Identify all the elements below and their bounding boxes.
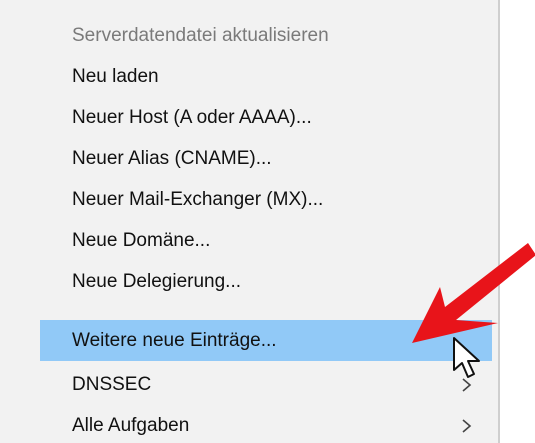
menu-item-label: Neu laden	[72, 65, 159, 87]
mouse-cursor-icon	[453, 337, 480, 378]
menu-item-serverdatendatei-aktualisieren[interactable]: Serverdatendatei aktualisieren	[40, 15, 492, 56]
chevron-right-icon	[462, 418, 472, 433]
context-menu: Serverdatendatei aktualisieren Neu laden…	[0, 0, 498, 443]
menu-item-label: Neue Domäne...	[72, 229, 211, 251]
menu-item-label: Serverdatendatei aktualisieren	[72, 24, 329, 46]
menu-item-label: Neue Delegierung...	[72, 270, 241, 292]
menu-item-label: Weitere neue Einträge...	[72, 329, 277, 351]
menu-item-label: Alle Aufgaben	[72, 414, 190, 436]
menu-item-alle-aufgaben[interactable]: Alle Aufgaben	[40, 405, 492, 443]
menu-item-label: Neuer Alias (CNAME)...	[72, 147, 272, 169]
menu-item-neue-domaene[interactable]: Neue Domäne...	[40, 220, 492, 261]
menu-item-weitere-neue-eintraege[interactable]: Weitere neue Einträge...	[40, 320, 492, 361]
menu-item-neue-delegierung[interactable]: Neue Delegierung...	[40, 261, 492, 302]
menu-border	[498, 0, 500, 443]
menu-item-label: DNSSEC	[72, 373, 152, 395]
menu-item-neuer-alias[interactable]: Neuer Alias (CNAME)...	[40, 138, 492, 179]
menu-item-neu-laden[interactable]: Neu laden	[40, 56, 492, 97]
menu-item-neuer-mail-exchanger[interactable]: Neuer Mail-Exchanger (MX)...	[40, 179, 492, 220]
menu-item-label: Neuer Mail-Exchanger (MX)...	[72, 188, 324, 210]
menu-item-dnssec[interactable]: DNSSEC	[40, 364, 492, 405]
menu-item-neuer-host[interactable]: Neuer Host (A oder AAAA)...	[40, 97, 492, 138]
menu-item-label: Neuer Host (A oder AAAA)...	[72, 106, 312, 128]
